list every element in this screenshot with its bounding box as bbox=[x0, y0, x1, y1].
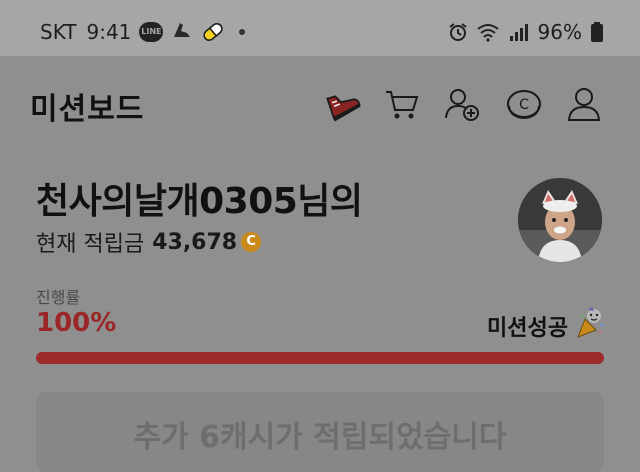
add-friend-icon[interactable] bbox=[442, 84, 482, 124]
progress-percent: 100% bbox=[36, 308, 117, 338]
cart-icon[interactable] bbox=[382, 84, 422, 124]
signal-icon bbox=[509, 24, 528, 41]
battery-icon bbox=[591, 22, 603, 42]
svg-text:C: C bbox=[519, 97, 529, 113]
running-shoe-notification-icon bbox=[171, 19, 193, 45]
app-title: 미션보드 bbox=[30, 92, 145, 127]
clock: 9:41 bbox=[86, 20, 132, 44]
status-bar-left: SKT 9:41 LINE bbox=[40, 18, 246, 46]
points-value: 43,678 bbox=[152, 229, 238, 255]
more-notifications-dot-icon bbox=[239, 29, 246, 35]
carrier-label: SKT bbox=[40, 20, 77, 44]
points-row: 현재 적립금 43,678 C bbox=[36, 228, 262, 257]
status-bar-right: 96% bbox=[440, 18, 604, 46]
mission-status: 미션성공 bbox=[487, 307, 606, 345]
party-popper-icon bbox=[574, 307, 606, 345]
cash-coin-icon[interactable]: C bbox=[504, 84, 544, 124]
username-heading: 천사의날개0305님의 bbox=[36, 181, 363, 222]
coin-icon: C bbox=[241, 232, 262, 252]
points-label: 현재 적립금 bbox=[36, 232, 145, 257]
mission-status-text: 미션성공 bbox=[487, 316, 568, 341]
pill-notification-icon bbox=[201, 21, 225, 43]
battery-percent: 96% bbox=[537, 20, 582, 44]
status-bar: SKT 9:41 LINE 96% bbox=[0, 0, 640, 56]
line-app-icon: LINE bbox=[139, 22, 164, 42]
avatar[interactable] bbox=[518, 178, 602, 262]
alarm-icon bbox=[448, 23, 467, 41]
progress-bar-fill bbox=[36, 352, 604, 364]
reward-banner: 추가 6캐시가 적립되었습니다 bbox=[36, 392, 604, 472]
progress-label: 진행률 bbox=[36, 288, 81, 307]
wifi-icon bbox=[476, 24, 499, 42]
shoe-icon[interactable] bbox=[322, 84, 362, 124]
profile-icon[interactable] bbox=[564, 84, 604, 124]
progress-bar bbox=[36, 352, 604, 364]
reward-message: 추가 6캐시가 적립되었습니다 bbox=[133, 420, 507, 455]
